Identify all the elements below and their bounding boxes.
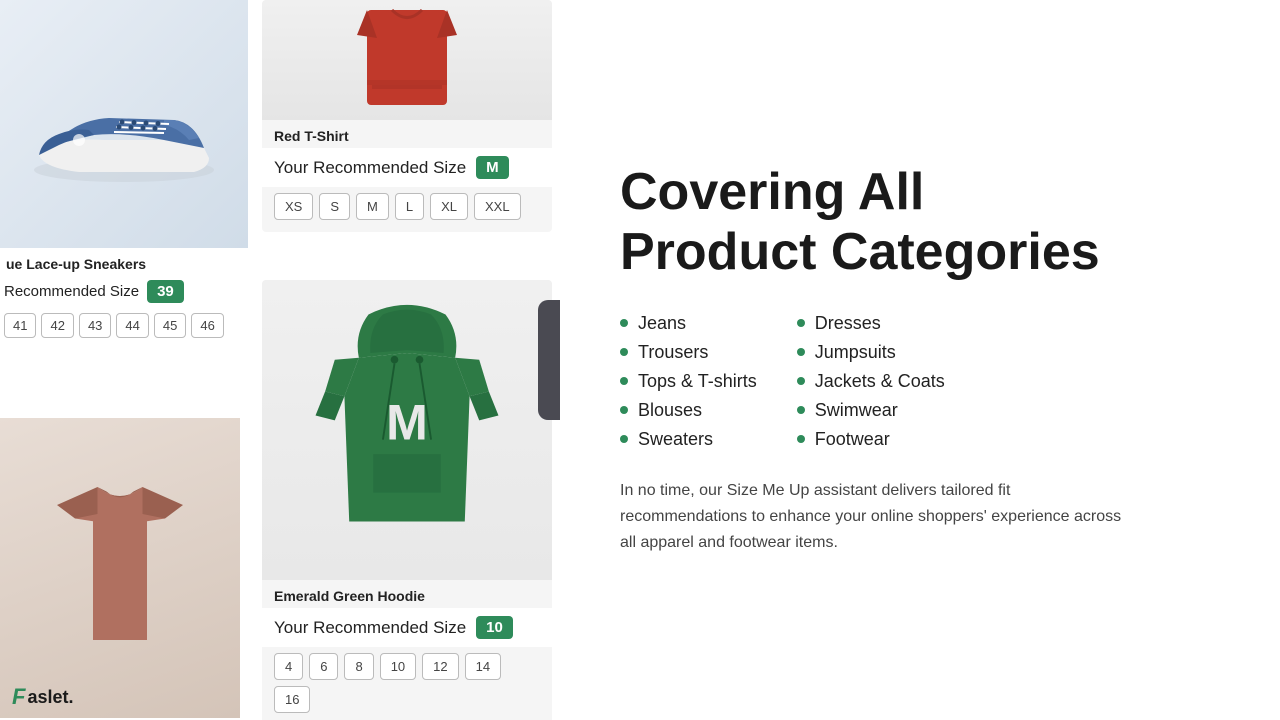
size-xxl[interactable]: XXL xyxy=(474,193,521,220)
sneaker-size-46[interactable]: 46 xyxy=(191,313,223,338)
size-xs[interactable]: XS xyxy=(274,193,313,220)
category-trousers-label: Trousers xyxy=(638,342,708,363)
right-panel: Covering All Product Categories Jeans Tr… xyxy=(560,0,1280,720)
size-xl[interactable]: XL xyxy=(430,193,468,220)
bullet-jumpsuits xyxy=(797,348,805,356)
size-l[interactable]: L xyxy=(395,193,424,220)
description-text: In no time, our Size Me Up assistant del… xyxy=(620,478,1140,557)
red-tshirt-size-badge: M xyxy=(476,156,509,179)
red-tshirt-card: Red T-Shirt Your Recommended Size M XS S… xyxy=(262,0,552,232)
bullet-footwear xyxy=(797,435,805,443)
sneaker-label-area: ue Lace-up Sneakers Recommended Size 39 … xyxy=(0,248,280,344)
svg-text:M: M xyxy=(386,395,428,451)
category-trousers: Trousers xyxy=(620,342,757,363)
hoodie-size-10[interactable]: 10 xyxy=(380,653,416,680)
category-tops-label: Tops & T-shirts xyxy=(638,371,757,392)
brown-tshirt-card xyxy=(0,418,240,718)
categories-right-col: Dresses Jumpsuits Jackets & Coats Swimwe… xyxy=(797,313,945,450)
sneaker-size-43[interactable]: 43 xyxy=(79,313,111,338)
sneaker-size-badge: 39 xyxy=(147,280,184,303)
red-tshirt-label: Red T-Shirt xyxy=(262,120,552,148)
hoodie-size-12[interactable]: 12 xyxy=(422,653,458,680)
bullet-blouses xyxy=(620,406,628,414)
green-hoodie-card: M Emerald Green Hoodie Your Recommended … xyxy=(262,280,552,720)
red-tshirt-image xyxy=(262,0,552,120)
categories-left-col: Jeans Trousers Tops & T-shirts Blouses S… xyxy=(620,313,757,450)
bullet-dresses xyxy=(797,319,805,327)
sneaker-label: ue Lace-up Sneakers xyxy=(0,248,280,276)
category-blouses: Blouses xyxy=(620,400,757,421)
category-dresses-label: Dresses xyxy=(815,313,881,334)
hoodie-size-6[interactable]: 6 xyxy=(309,653,338,680)
sneaker-image xyxy=(24,60,224,190)
red-tshirt-recommended-text: Your Recommended Size xyxy=(274,158,466,178)
categories-grid: Jeans Trousers Tops & T-shirts Blouses S… xyxy=(620,313,1220,450)
main-heading: Covering All Product Categories xyxy=(620,163,1220,283)
bullet-swimwear xyxy=(797,406,805,414)
green-hoodie-image: M xyxy=(262,280,552,580)
category-dresses: Dresses xyxy=(797,313,945,334)
sneaker-size-44[interactable]: 44 xyxy=(116,313,148,338)
category-blouses-label: Blouses xyxy=(638,400,702,421)
red-tshirt-size-bar: Your Recommended Size M xyxy=(262,148,552,187)
hoodie-size-4[interactable]: 4 xyxy=(274,653,303,680)
sneaker-size-bar: Recommended Size 39 xyxy=(0,276,280,307)
sneaker-size-42[interactable]: 42 xyxy=(41,313,73,338)
green-hoodie-recommended-text: Your Recommended Size xyxy=(274,618,466,638)
category-jeans: Jeans xyxy=(620,313,757,334)
bullet-trousers xyxy=(620,348,628,356)
green-hoodie-label: Emerald Green Hoodie xyxy=(262,580,552,608)
category-footwear-label: Footwear xyxy=(815,429,890,450)
green-hoodie-size-badge: 10 xyxy=(476,616,513,639)
category-sweaters: Sweaters xyxy=(620,429,757,450)
sneaker-image-card xyxy=(0,0,248,250)
bullet-sweaters xyxy=(620,435,628,443)
size-s[interactable]: S xyxy=(319,193,350,220)
hoodie-size-14[interactable]: 14 xyxy=(465,653,501,680)
scroll-handle[interactable] xyxy=(538,300,560,420)
category-jumpsuits-label: Jumpsuits xyxy=(815,342,896,363)
faslet-logo: F aslet. xyxy=(12,684,73,710)
hoodie-size-16[interactable]: 16 xyxy=(274,686,310,713)
category-tops: Tops & T-shirts xyxy=(620,371,757,392)
category-jumpsuits: Jumpsuits xyxy=(797,342,945,363)
bullet-jackets xyxy=(797,377,805,385)
category-jeans-label: Jeans xyxy=(638,313,686,334)
bullet-jeans xyxy=(620,319,628,327)
left-panel: Red T-Shirt Your Recommended Size M XS S… xyxy=(0,0,560,720)
category-sweaters-label: Sweaters xyxy=(638,429,713,450)
sneaker-recommended-text: Recommended Size xyxy=(4,283,139,300)
category-jackets-label: Jackets & Coats xyxy=(815,371,945,392)
size-m[interactable]: M xyxy=(356,193,389,220)
sneaker-size-options: 41 42 43 44 45 46 xyxy=(0,307,280,344)
sneaker-size-45[interactable]: 45 xyxy=(154,313,186,338)
green-hoodie-size-options: 4 6 8 10 12 14 16 xyxy=(262,647,552,720)
green-hoodie-size-bar: Your Recommended Size 10 xyxy=(262,608,552,647)
bullet-tops xyxy=(620,377,628,385)
faslet-f-letter: F xyxy=(12,684,25,710)
hoodie-size-8[interactable]: 8 xyxy=(344,653,373,680)
category-swimwear-label: Swimwear xyxy=(815,400,898,421)
category-swimwear: Swimwear xyxy=(797,400,945,421)
category-jackets: Jackets & Coats xyxy=(797,371,945,392)
red-tshirt-size-options: XS S M L XL XXL xyxy=(262,187,552,232)
sneaker-size-41[interactable]: 41 xyxy=(4,313,36,338)
faslet-text: aslet. xyxy=(27,687,73,708)
category-footwear: Footwear xyxy=(797,429,945,450)
